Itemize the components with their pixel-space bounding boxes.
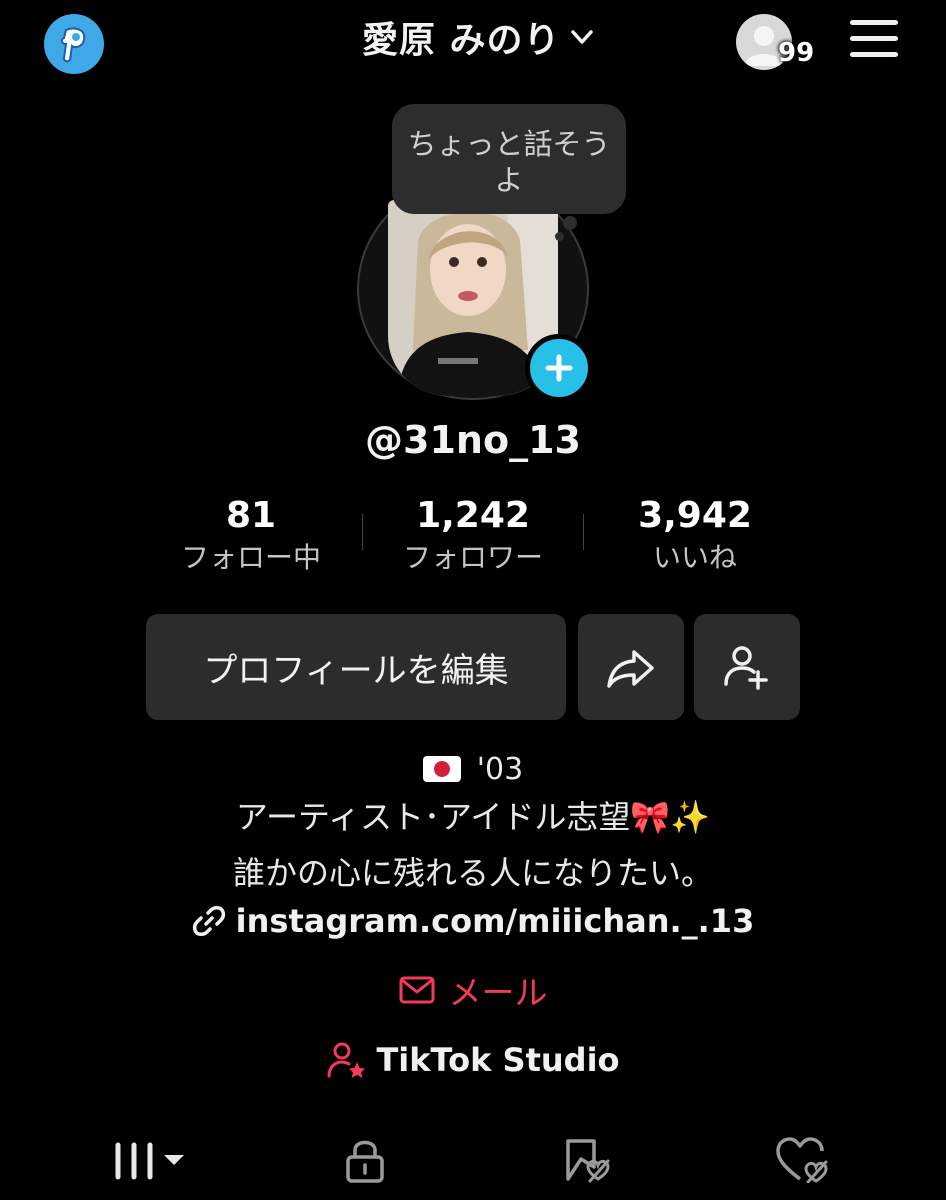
content-tabs (0, 1130, 946, 1190)
stat-likes[interactable]: 3,942 いいね (584, 494, 806, 584)
note-text: ちょっと話そうよ (407, 127, 611, 197)
share-profile-button[interactable] (578, 614, 684, 720)
tab-private[interactable] (342, 1136, 388, 1184)
liked-icon (776, 1137, 828, 1183)
add-friend-button[interactable] (694, 614, 800, 720)
stat-following[interactable]: 81 フォロー中 (140, 494, 362, 584)
mail-icon (399, 976, 434, 1004)
menu-icon[interactable] (850, 20, 898, 60)
bio-link[interactable]: instagram.com/miiichan._.13 (0, 902, 946, 940)
stat-label: いいね (652, 541, 737, 574)
bubble-tail-dot (555, 232, 564, 241)
app-badge-icon[interactable] (44, 14, 104, 74)
email-label: メール (448, 973, 548, 1012)
bio-line: '03 (0, 752, 946, 787)
bio-year: '03 (476, 752, 524, 787)
stats-row: 81 フォロー中 1,242 フォロワー 3,942 いいね (140, 494, 806, 584)
stat-value: 3,942 (638, 495, 752, 536)
tab-favorites[interactable] (560, 1136, 610, 1184)
videos-grid-icon (115, 1142, 184, 1180)
studio-label: TikTok Studio (376, 1041, 620, 1079)
bubble-tail-dot (563, 216, 577, 230)
favorites-icon (566, 1139, 610, 1183)
tiktok-studio-button[interactable]: TikTok Studio (0, 1040, 946, 1080)
note-bubble[interactable]: ちょっと話そうよ (392, 104, 626, 214)
plus-icon (545, 354, 573, 382)
top-bar: 愛原 みのり 99 (0, 0, 946, 80)
tab-videos[interactable] (112, 1136, 188, 1184)
bio-line: 誰かの心に残れる人になりたい。 (232, 854, 713, 892)
studio-icon (327, 1042, 366, 1078)
bio-line: アーティスト･アイドル志望🎀✨ (235, 798, 711, 836)
japan-flag-icon (422, 756, 461, 782)
tab-liked[interactable] (774, 1136, 828, 1184)
account-switcher[interactable]: 愛原 みのり (362, 12, 595, 62)
stat-value: 1,242 (416, 495, 530, 536)
stat-label: フォロー中 (180, 541, 321, 574)
username: @31no_13 (365, 418, 581, 462)
link-icon (192, 906, 225, 936)
friends-badge-count: 99 (778, 38, 815, 68)
stat-label: フォロワー (402, 541, 543, 574)
stat-divider (362, 514, 363, 550)
edit-profile-button[interactable]: プロフィールを編集 (146, 614, 566, 720)
chevron-down-icon (570, 30, 593, 44)
bio-link-text: instagram.com/miiichan._.13 (235, 902, 755, 940)
stat-followers[interactable]: 1,242 フォロワー (362, 494, 584, 584)
lock-icon (346, 1140, 384, 1183)
add-story-button[interactable] (525, 334, 593, 402)
share-icon (607, 650, 654, 688)
display-name: 愛原 みのり (362, 20, 561, 61)
stat-value: 81 (225, 495, 277, 536)
email-button[interactable]: メール (0, 966, 946, 1014)
add-friend-icon (724, 646, 768, 690)
